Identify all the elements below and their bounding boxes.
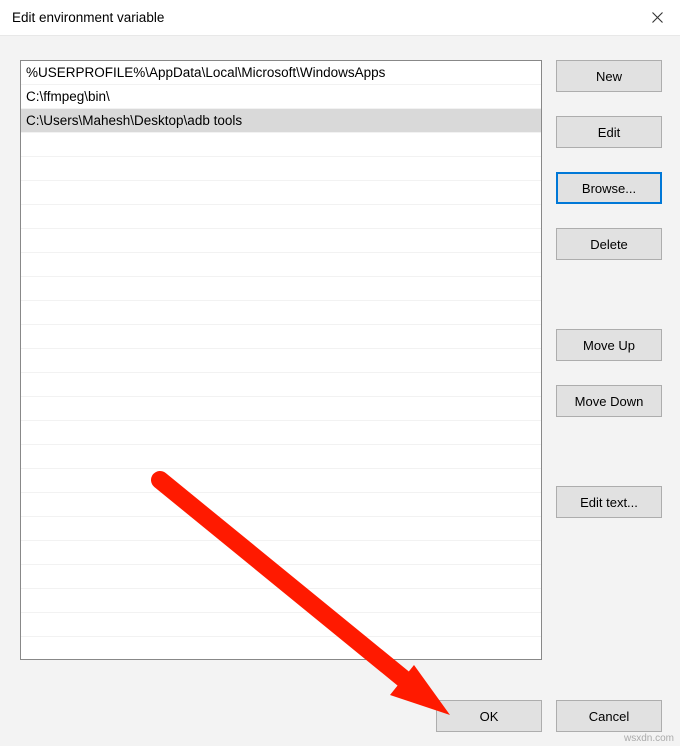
edit-env-variable-dialog: Edit environment variable %USERPROFILE%\…: [0, 0, 680, 746]
path-listbox[interactable]: %USERPROFILE%\AppData\Local\Microsoft\Wi…: [20, 60, 542, 660]
path-row[interactable]: [21, 397, 541, 421]
path-row[interactable]: [21, 229, 541, 253]
browse-button[interactable]: Browse...: [556, 172, 662, 204]
path-row[interactable]: [21, 325, 541, 349]
cancel-button[interactable]: Cancel: [556, 700, 662, 732]
path-row[interactable]: [21, 277, 541, 301]
delete-button[interactable]: Delete: [556, 228, 662, 260]
path-row[interactable]: C:\Users\Mahesh\Desktop\adb tools: [21, 109, 541, 133]
watermark: wsxdn.com: [624, 733, 674, 744]
path-row[interactable]: %USERPROFILE%\AppData\Local\Microsoft\Wi…: [21, 61, 541, 85]
close-icon: [652, 12, 663, 23]
path-row[interactable]: [21, 349, 541, 373]
path-row[interactable]: [21, 205, 541, 229]
path-row[interactable]: C:\ffmpeg\bin\: [21, 85, 541, 109]
path-row[interactable]: [21, 493, 541, 517]
path-row[interactable]: [21, 565, 541, 589]
button-column: New Edit Browse... Delete Move Up Move D…: [556, 60, 662, 728]
path-row[interactable]: [21, 253, 541, 277]
edit-text-button[interactable]: Edit text...: [556, 486, 662, 518]
window-title: Edit environment variable: [12, 10, 634, 25]
path-row[interactable]: [21, 133, 541, 157]
path-row[interactable]: [21, 469, 541, 493]
titlebar: Edit environment variable: [0, 0, 680, 36]
close-button[interactable]: [634, 0, 680, 36]
path-row[interactable]: [21, 541, 541, 565]
path-row[interactable]: [21, 181, 541, 205]
move-up-button[interactable]: Move Up: [556, 329, 662, 361]
path-row[interactable]: [21, 589, 541, 613]
path-row[interactable]: [21, 157, 541, 181]
path-row[interactable]: [21, 613, 541, 637]
new-button[interactable]: New: [556, 60, 662, 92]
path-row[interactable]: [21, 373, 541, 397]
path-row[interactable]: [21, 421, 541, 445]
ok-button[interactable]: OK: [436, 700, 542, 732]
move-down-button[interactable]: Move Down: [556, 385, 662, 417]
dialog-buttons: OK Cancel: [436, 700, 662, 732]
path-row[interactable]: [21, 517, 541, 541]
path-row[interactable]: [21, 637, 541, 660]
edit-button[interactable]: Edit: [556, 116, 662, 148]
client-area: %USERPROFILE%\AppData\Local\Microsoft\Wi…: [0, 36, 680, 746]
path-row[interactable]: [21, 301, 541, 325]
path-row[interactable]: [21, 445, 541, 469]
